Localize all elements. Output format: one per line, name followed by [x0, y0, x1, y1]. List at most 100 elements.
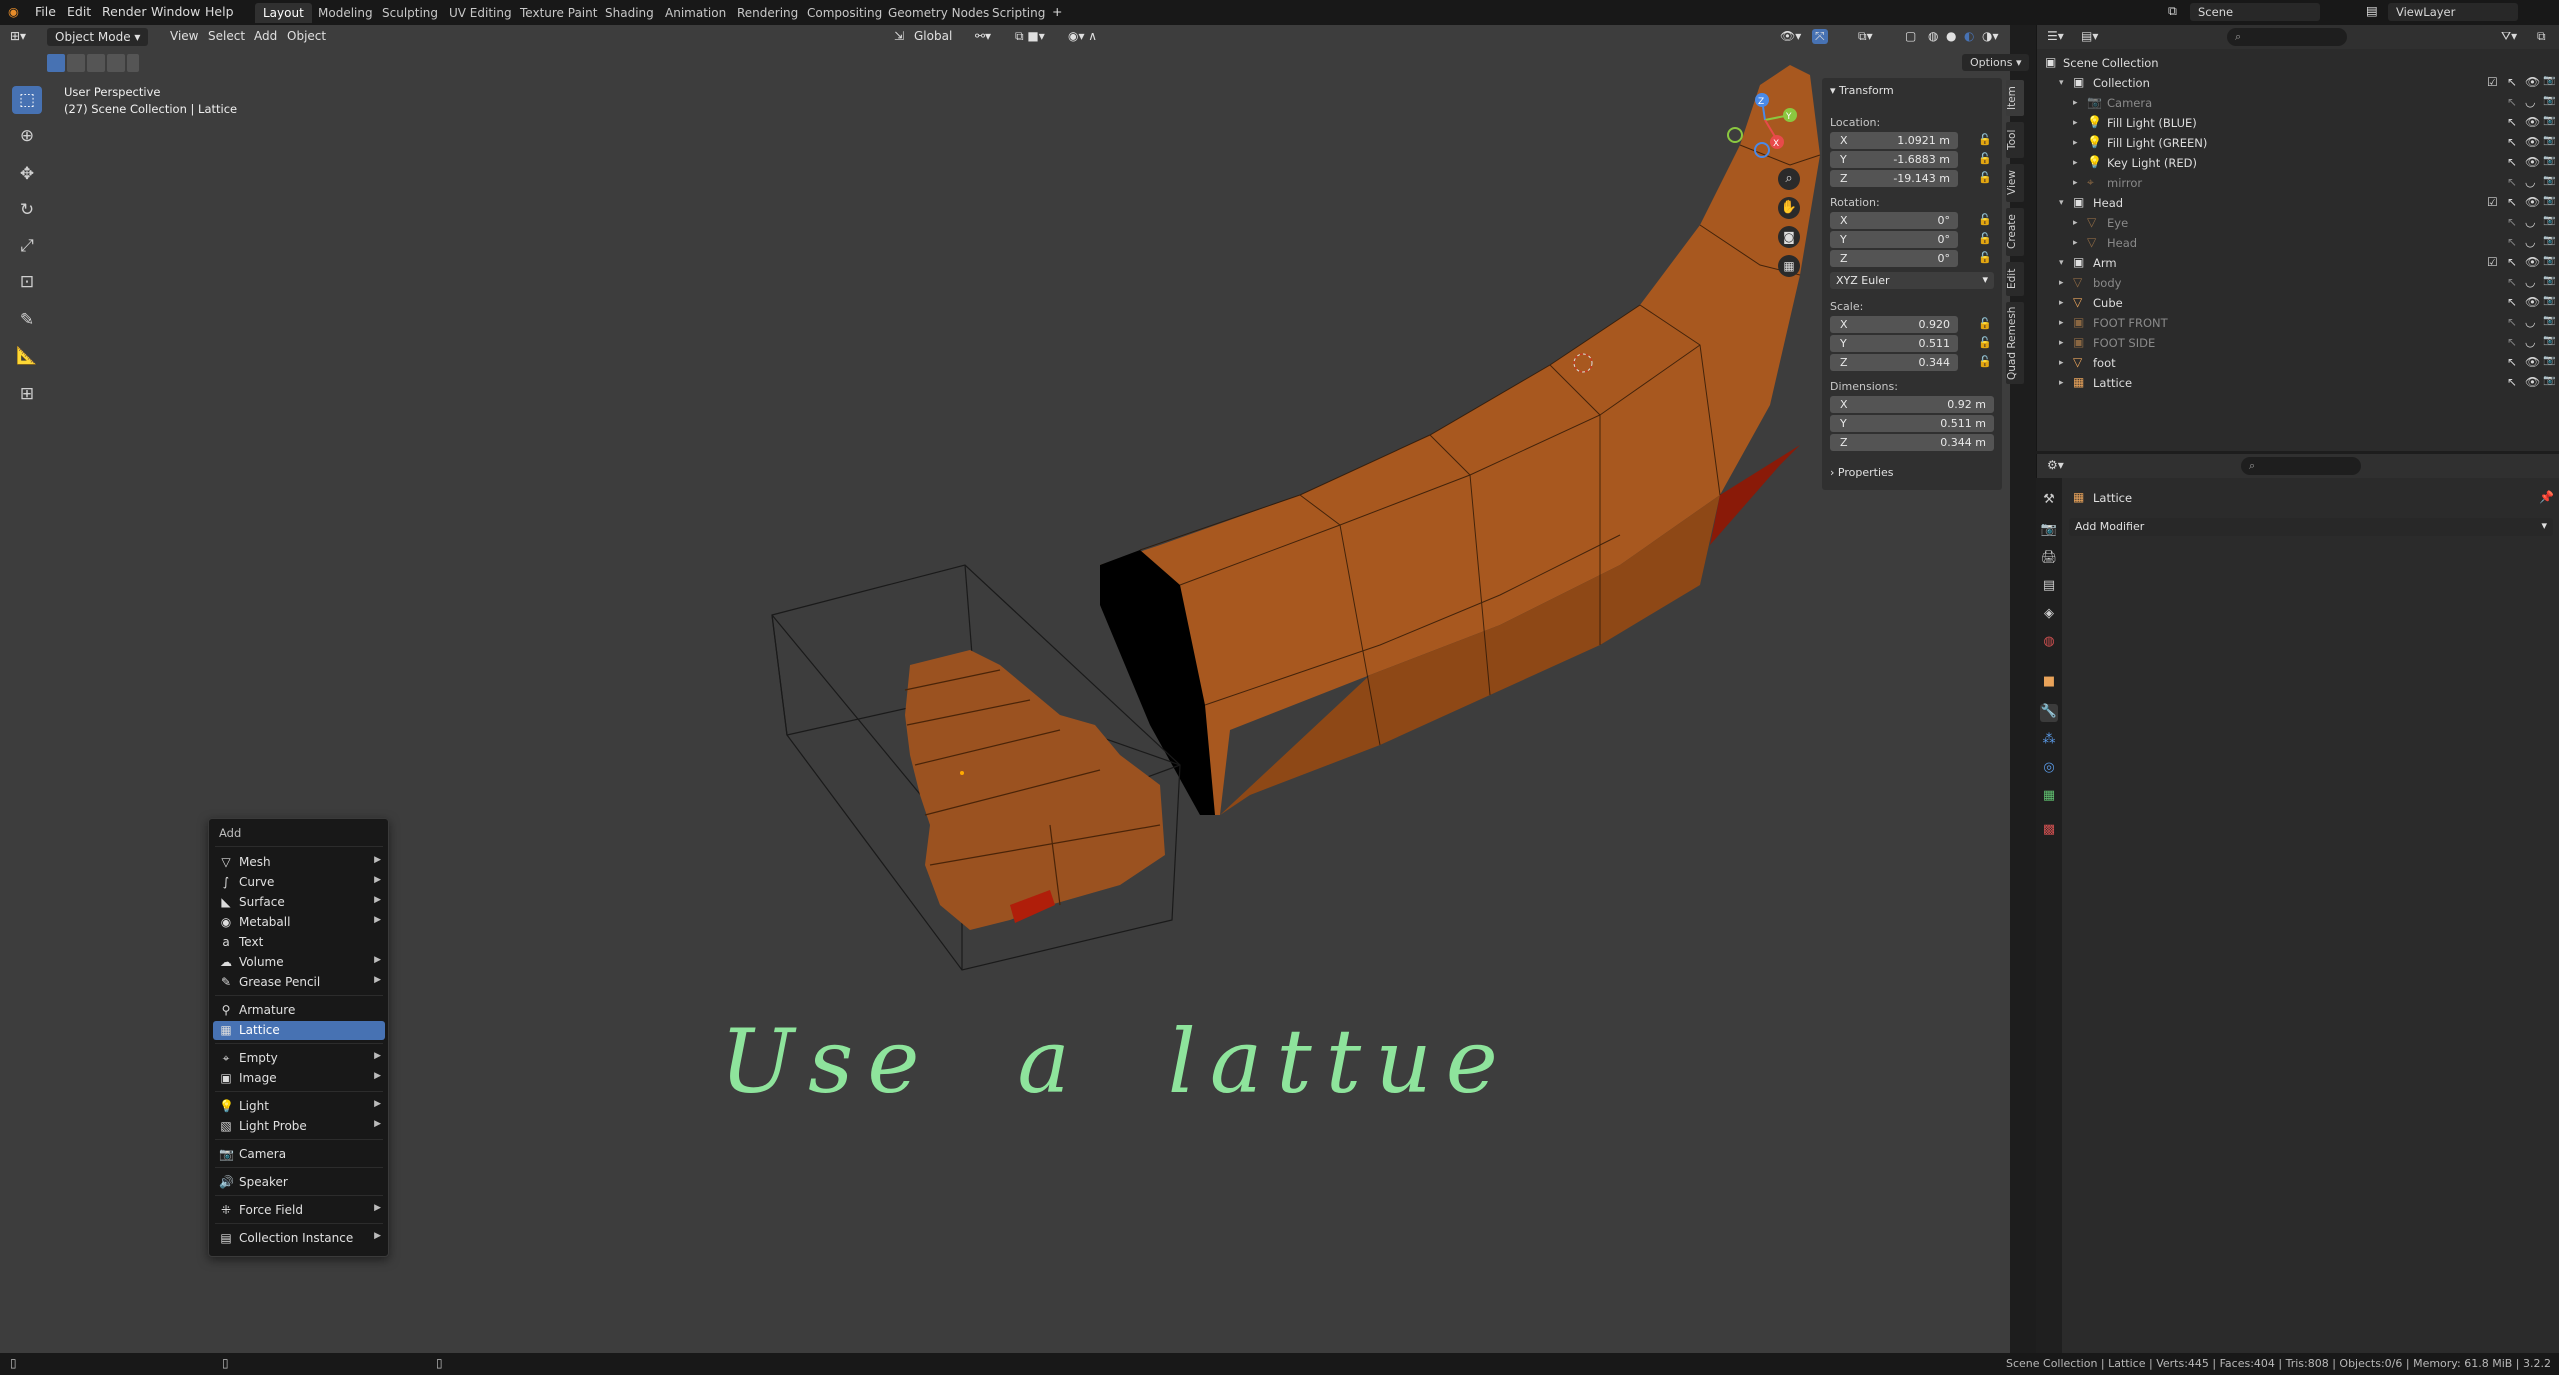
select-box-tool-icon[interactable]: ⬚	[12, 86, 42, 114]
selectable-toggle-icon[interactable]: ↖	[2507, 215, 2517, 229]
add-menu-item-curve[interactable]: ∫ Curve ▶	[213, 873, 385, 892]
outliner-row-key-light-red[interactable]: ▸ 💡 Key Light (RED) ↖ 👁 📷	[2037, 153, 2559, 173]
render-toggle-icon[interactable]: 📷	[2543, 115, 2555, 126]
output-tab-icon[interactable]: 🖨	[2040, 550, 2058, 568]
dimension-x-field[interactable]: X 0.92 m	[1830, 396, 1994, 413]
expand-toggle-icon[interactable]: ▸	[2073, 238, 2078, 248]
shading-wireframe-icon[interactable]: ◍	[1928, 29, 1938, 43]
expand-toggle-icon[interactable]: ▸	[2073, 158, 2078, 168]
expand-toggle-icon[interactable]: ▸	[2073, 178, 2078, 188]
perspective-grid-icon[interactable]: ▦	[1778, 255, 1800, 277]
select-subtract-icon[interactable]	[87, 54, 105, 72]
add-menu-item-mesh[interactable]: ▽ Mesh ▶	[213, 853, 385, 872]
expand-toggle-icon[interactable]: ▸	[2059, 358, 2064, 368]
visibility-eye-icon[interactable]: ◡	[2525, 95, 2535, 109]
render-toggle-icon[interactable]: 📷	[2543, 375, 2555, 386]
outliner-row-foot-side[interactable]: ▸ ▣ FOOT SIDE ↖ ◡ 📷	[2037, 333, 2559, 353]
visibility-eye-icon[interactable]: 👁	[2525, 115, 2540, 129]
outliner-row-mirror[interactable]: ▸ ⌖ mirror ↖ ◡ 📷	[2037, 173, 2559, 193]
outliner-row-head[interactable]: ▸ ▽ Head ↖ ◡ 📷	[2037, 233, 2559, 253]
outliner-row-scene-collection[interactable]: ▣ Scene Collection	[2037, 53, 2559, 73]
selectable-toggle-icon[interactable]: ↖	[2507, 155, 2517, 169]
render-toggle-icon[interactable]: 📷	[2543, 295, 2555, 306]
render-toggle-icon[interactable]: 📷	[2543, 155, 2555, 166]
visibility-icon[interactable]: 👁▾	[1780, 29, 1801, 43]
options-dropdown[interactable]: Options ▾	[1962, 54, 2030, 71]
menu-add[interactable]: Add	[254, 29, 277, 43]
add-modifier-button[interactable]: Add Modifier ▾	[2069, 518, 2553, 536]
sidebar-tab-tool[interactable]: Tool	[2006, 122, 2024, 158]
select-new-icon[interactable]	[47, 54, 65, 72]
rotate-tool-icon[interactable]: ↻	[12, 196, 42, 224]
tab-geometry-nodes[interactable]: Geometry Nodes	[880, 3, 997, 23]
lock-icon[interactable]: 🔓	[1978, 251, 1992, 264]
render-toggle-icon[interactable]: 📷	[2543, 195, 2555, 206]
add-menu-item-metaball[interactable]: ◉ Metaball ▶	[213, 913, 385, 932]
menu-window[interactable]: Window	[151, 4, 200, 19]
lock-icon[interactable]: 🔓	[1978, 232, 1992, 245]
scale-x-field[interactable]: X 0.920	[1830, 316, 1958, 333]
expand-toggle-icon[interactable]: ▸	[2073, 98, 2078, 108]
add-menu-item-text[interactable]: a Text	[213, 933, 385, 952]
visibility-eye-icon[interactable]: 👁	[2525, 255, 2540, 269]
cursor-tool-icon[interactable]: ⊕	[12, 122, 42, 150]
selectable-toggle-icon[interactable]: ↖	[2507, 95, 2517, 109]
visibility-eye-icon[interactable]: 👁	[2525, 355, 2540, 369]
add-menu-item-camera[interactable]: 📷 Camera	[213, 1145, 385, 1164]
expand-toggle-icon[interactable]: ▸	[2059, 378, 2064, 388]
pan-hand-icon[interactable]: ✋	[1778, 197, 1800, 219]
transform-header[interactable]: ▾ Transform	[1830, 84, 1894, 97]
orientation-selector[interactable]: Global	[914, 29, 952, 43]
select-extend-icon[interactable]	[67, 54, 85, 72]
pin-icon[interactable]: 📌	[2539, 490, 2554, 504]
selectable-toggle-icon[interactable]: ↖	[2507, 175, 2517, 189]
render-toggle-icon[interactable]: 📷	[2543, 355, 2555, 366]
selectable-toggle-icon[interactable]: ↖	[2507, 135, 2517, 149]
selectable-toggle-icon[interactable]: ↖	[2507, 75, 2517, 89]
visibility-eye-icon[interactable]: ◡	[2525, 315, 2535, 329]
sidebar-tab-view[interactable]: View	[2006, 164, 2024, 202]
expand-toggle-icon[interactable]: ▸	[2073, 138, 2078, 148]
visibility-eye-icon[interactable]: ◡	[2525, 175, 2535, 189]
lock-icon[interactable]: 🔓	[1978, 171, 1992, 184]
gizmo-toggle-icon[interactable]: ⤧	[1812, 29, 1828, 44]
add-menu-item-empty[interactable]: ⌖ Empty ▶	[213, 1049, 385, 1068]
tab-texture-paint[interactable]: Texture Paint	[512, 3, 605, 23]
expand-toggle-icon[interactable]: ▸	[2059, 298, 2064, 308]
expand-toggle-icon[interactable]: ▾	[2059, 198, 2064, 208]
snap-icon[interactable]: ⧉ ■▾	[1015, 29, 1045, 44]
rotation-y-field[interactable]: Y 0°	[1830, 231, 1958, 248]
outliner-row-camera[interactable]: ▸ 📷 Camera ↖ ◡ 📷	[2037, 93, 2559, 113]
add-menu-item-force-field[interactable]: ⁜ Force Field ▶	[213, 1201, 385, 1220]
render-toggle-icon[interactable]: 📷	[2543, 175, 2555, 186]
add-menu-item-lattice[interactable]: ▦ Lattice	[213, 1021, 385, 1040]
visibility-eye-icon[interactable]: ◡	[2525, 275, 2535, 289]
selectable-toggle-icon[interactable]: ↖	[2507, 315, 2517, 329]
texture-tab-icon[interactable]: ▩	[2040, 822, 2058, 840]
add-menu-item-surface[interactable]: ◣ Surface ▶	[213, 893, 385, 912]
scale-z-field[interactable]: Z 0.344	[1830, 354, 1958, 371]
tab-layout[interactable]: Layout	[255, 3, 312, 23]
dimension-y-field[interactable]: Y 0.511 m	[1830, 415, 1994, 432]
render-toggle-icon[interactable]: 📷	[2543, 255, 2555, 266]
scale-y-field[interactable]: Y 0.511	[1830, 335, 1958, 352]
rotation-mode-dropdown[interactable]: XYZ Euler ▾	[1830, 272, 1994, 289]
blender-logo-icon[interactable]: ◉	[8, 4, 19, 19]
selectable-toggle-icon[interactable]: ↖	[2507, 235, 2517, 249]
tab-rendering[interactable]: Rendering	[729, 3, 806, 23]
move-tool-icon[interactable]: ✥	[12, 160, 42, 188]
expand-toggle-icon[interactable]: ▸	[2059, 278, 2064, 288]
annotate-tool-icon[interactable]: ✎	[12, 306, 42, 334]
menu-render[interactable]: Render	[102, 4, 147, 19]
scale-tool-icon[interactable]: ⤢	[12, 232, 42, 260]
outliner-row-cube[interactable]: ▸ ▽ Cube ↖ 👁 📷	[2037, 293, 2559, 313]
scene-tab-icon[interactable]: ◈	[2040, 606, 2058, 624]
transform-tool-icon[interactable]: ⊡	[12, 268, 42, 296]
menu-select[interactable]: Select	[208, 29, 245, 43]
visibility-eye-icon[interactable]: ◡	[2525, 335, 2535, 349]
scene-selector[interactable]: Scene	[2190, 3, 2320, 21]
expand-toggle-icon[interactable]: ▸	[2073, 218, 2078, 228]
select-intersect-icon[interactable]	[127, 54, 139, 72]
new-collection-icon[interactable]: ⧉	[2537, 29, 2546, 44]
exclude-checkbox[interactable]: ☑	[2487, 195, 2498, 209]
